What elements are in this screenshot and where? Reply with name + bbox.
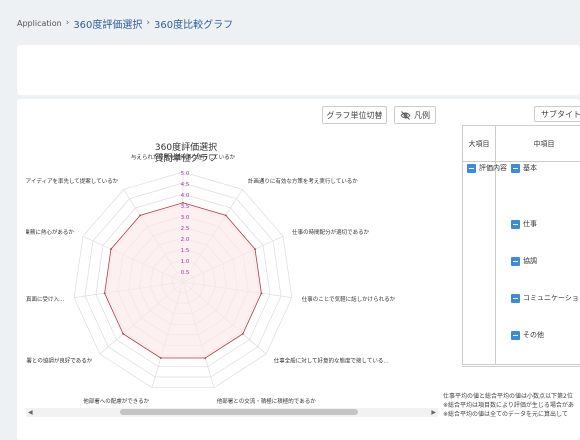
breadcrumb-360-select[interactable]: 360度評価選択	[73, 16, 142, 31]
large-item-label: 評価内容	[479, 164, 507, 172]
series-point	[260, 292, 263, 295]
mid-item-label: 基本	[523, 164, 537, 172]
table-divider	[495, 126, 496, 364]
column-header-mid: 中項目	[495, 126, 580, 162]
notes: 仕事平均の値と総合平均の値は小数点以下第2位 ※総合平均は項目数により評価が生じ…	[443, 392, 580, 419]
note-line: ※総合平均は項目数により評価が生じる場合があ	[443, 402, 574, 409]
tick-label: 4.5	[181, 182, 190, 188]
tick-label: 2.5	[181, 226, 190, 232]
note-line: ※総合平均の値は全てのデータを元に算出して	[443, 411, 568, 418]
mid-item-row[interactable]: コミュニケーション	[511, 293, 580, 303]
subtitle-button[interactable]: サブタイトル	[534, 106, 580, 122]
table-bottom-border	[462, 366, 580, 367]
axis-label: ...のアイディアを率先して提案しているか	[26, 177, 119, 185]
collapse-icon[interactable]	[511, 330, 520, 340]
mid-item-row[interactable]: その他	[511, 330, 544, 340]
scrollbar-thumb[interactable]	[120, 409, 358, 415]
scroll-right-arrow-icon[interactable]: ▶	[431, 408, 436, 417]
chart-title: 360度評価選択	[155, 141, 217, 153]
column-header-large: 大項目	[463, 126, 495, 162]
series-point	[254, 248, 256, 250]
axis-label: ...業務に熱心があるか	[26, 228, 74, 236]
breadcrumb-app[interactable]: Application	[17, 19, 62, 28]
collapse-icon[interactable]	[467, 163, 476, 173]
note-line: 仕事平均の値と総合平均の値は小数点以下第2位	[443, 393, 573, 400]
mid-item-row[interactable]: 仕事	[511, 219, 537, 229]
large-item-row[interactable]: 評価内容	[467, 163, 507, 173]
series-point	[110, 248, 112, 250]
horizontal-scrollbar[interactable]: ◀ ▶	[26, 408, 438, 417]
item-table: 大項目 中項目	[462, 125, 580, 365]
eye-off-icon	[400, 110, 411, 120]
tick-label: 3.5	[181, 204, 190, 210]
collapse-icon[interactable]	[511, 163, 520, 173]
subtitle-button-label: サブタイトル	[541, 109, 580, 119]
radar-chart: 360度評価選択 質問単位グラフ 0.51.01.52.02.53.03.54.…	[26, 141, 396, 405]
legend-button-label: 凡例	[414, 110, 430, 120]
tick-label: 4.0	[181, 193, 190, 199]
tick-label: 3.0	[181, 215, 190, 221]
mid-item-label: コミュニケーション	[523, 294, 580, 302]
tick-label: 1.5	[181, 248, 190, 254]
series-point	[241, 332, 244, 335]
scroll-left-arrow-icon[interactable]: ◀	[28, 408, 33, 417]
top-card	[17, 45, 580, 95]
series-point	[224, 214, 227, 217]
series-point	[103, 292, 106, 295]
axis-label: 仕事の時間配分が適切であるか	[292, 228, 369, 236]
mid-item-label: 仕事	[523, 220, 537, 228]
collapse-icon[interactable]	[511, 293, 520, 303]
graph-unit-toggle-label: グラフ単位切替	[326, 110, 383, 120]
chart-panel: 360度評価選択 質問単位グラフ 0.5 1.0 1.5 2.0 2.5 3.0 3.5 4.…	[26, 104, 438, 422]
series-point	[159, 357, 162, 359]
breadcrumb-separator: ›	[146, 18, 151, 28]
tick-label: 0.5	[181, 270, 190, 276]
axis-label: ...を真面に受け入...	[26, 295, 64, 303]
axis-label: 部署との協調が良好であるか	[26, 357, 93, 365]
collapse-icon[interactable]	[511, 219, 520, 229]
breadcrumb-separator: ›	[65, 18, 70, 28]
axis-label: 仕事のことで気軽に話しかけられるか	[302, 295, 396, 303]
axis-label: 仕事全般に対して好意的な態度で接している...	[274, 357, 389, 365]
legend-button[interactable]: 凡例	[394, 106, 436, 124]
mid-item-label: その他	[523, 331, 544, 339]
mid-item-row[interactable]: 基本	[511, 163, 537, 173]
collapse-icon[interactable]	[511, 256, 520, 266]
series-point	[204, 357, 207, 359]
series-point	[122, 332, 125, 335]
breadcrumb: Application › 360度評価選択 › 360度比較グラフ	[17, 15, 233, 31]
axis-label: 与えられた役割を期待通り遂行しているか	[131, 153, 236, 161]
tick-label: 5.0	[181, 171, 190, 177]
tick-label: 1.0	[181, 259, 190, 265]
tick-label: 2.0	[181, 237, 190, 243]
graph-unit-toggle-button[interactable]: グラフ単位切替	[322, 106, 387, 124]
mid-item-row[interactable]: 協調	[511, 256, 537, 266]
axis-label: 計画通りに有効な方策を考え実行しているか	[248, 177, 358, 185]
axis-label: 他部署との交流・積極に積極的であるか	[217, 397, 316, 405]
mid-item-label: 協調	[523, 257, 537, 265]
series-point	[139, 214, 142, 217]
axis-label: 他部署への配慮ができるか	[83, 397, 149, 405]
breadcrumb-360-graph: 360度比較グラフ	[154, 19, 234, 31]
